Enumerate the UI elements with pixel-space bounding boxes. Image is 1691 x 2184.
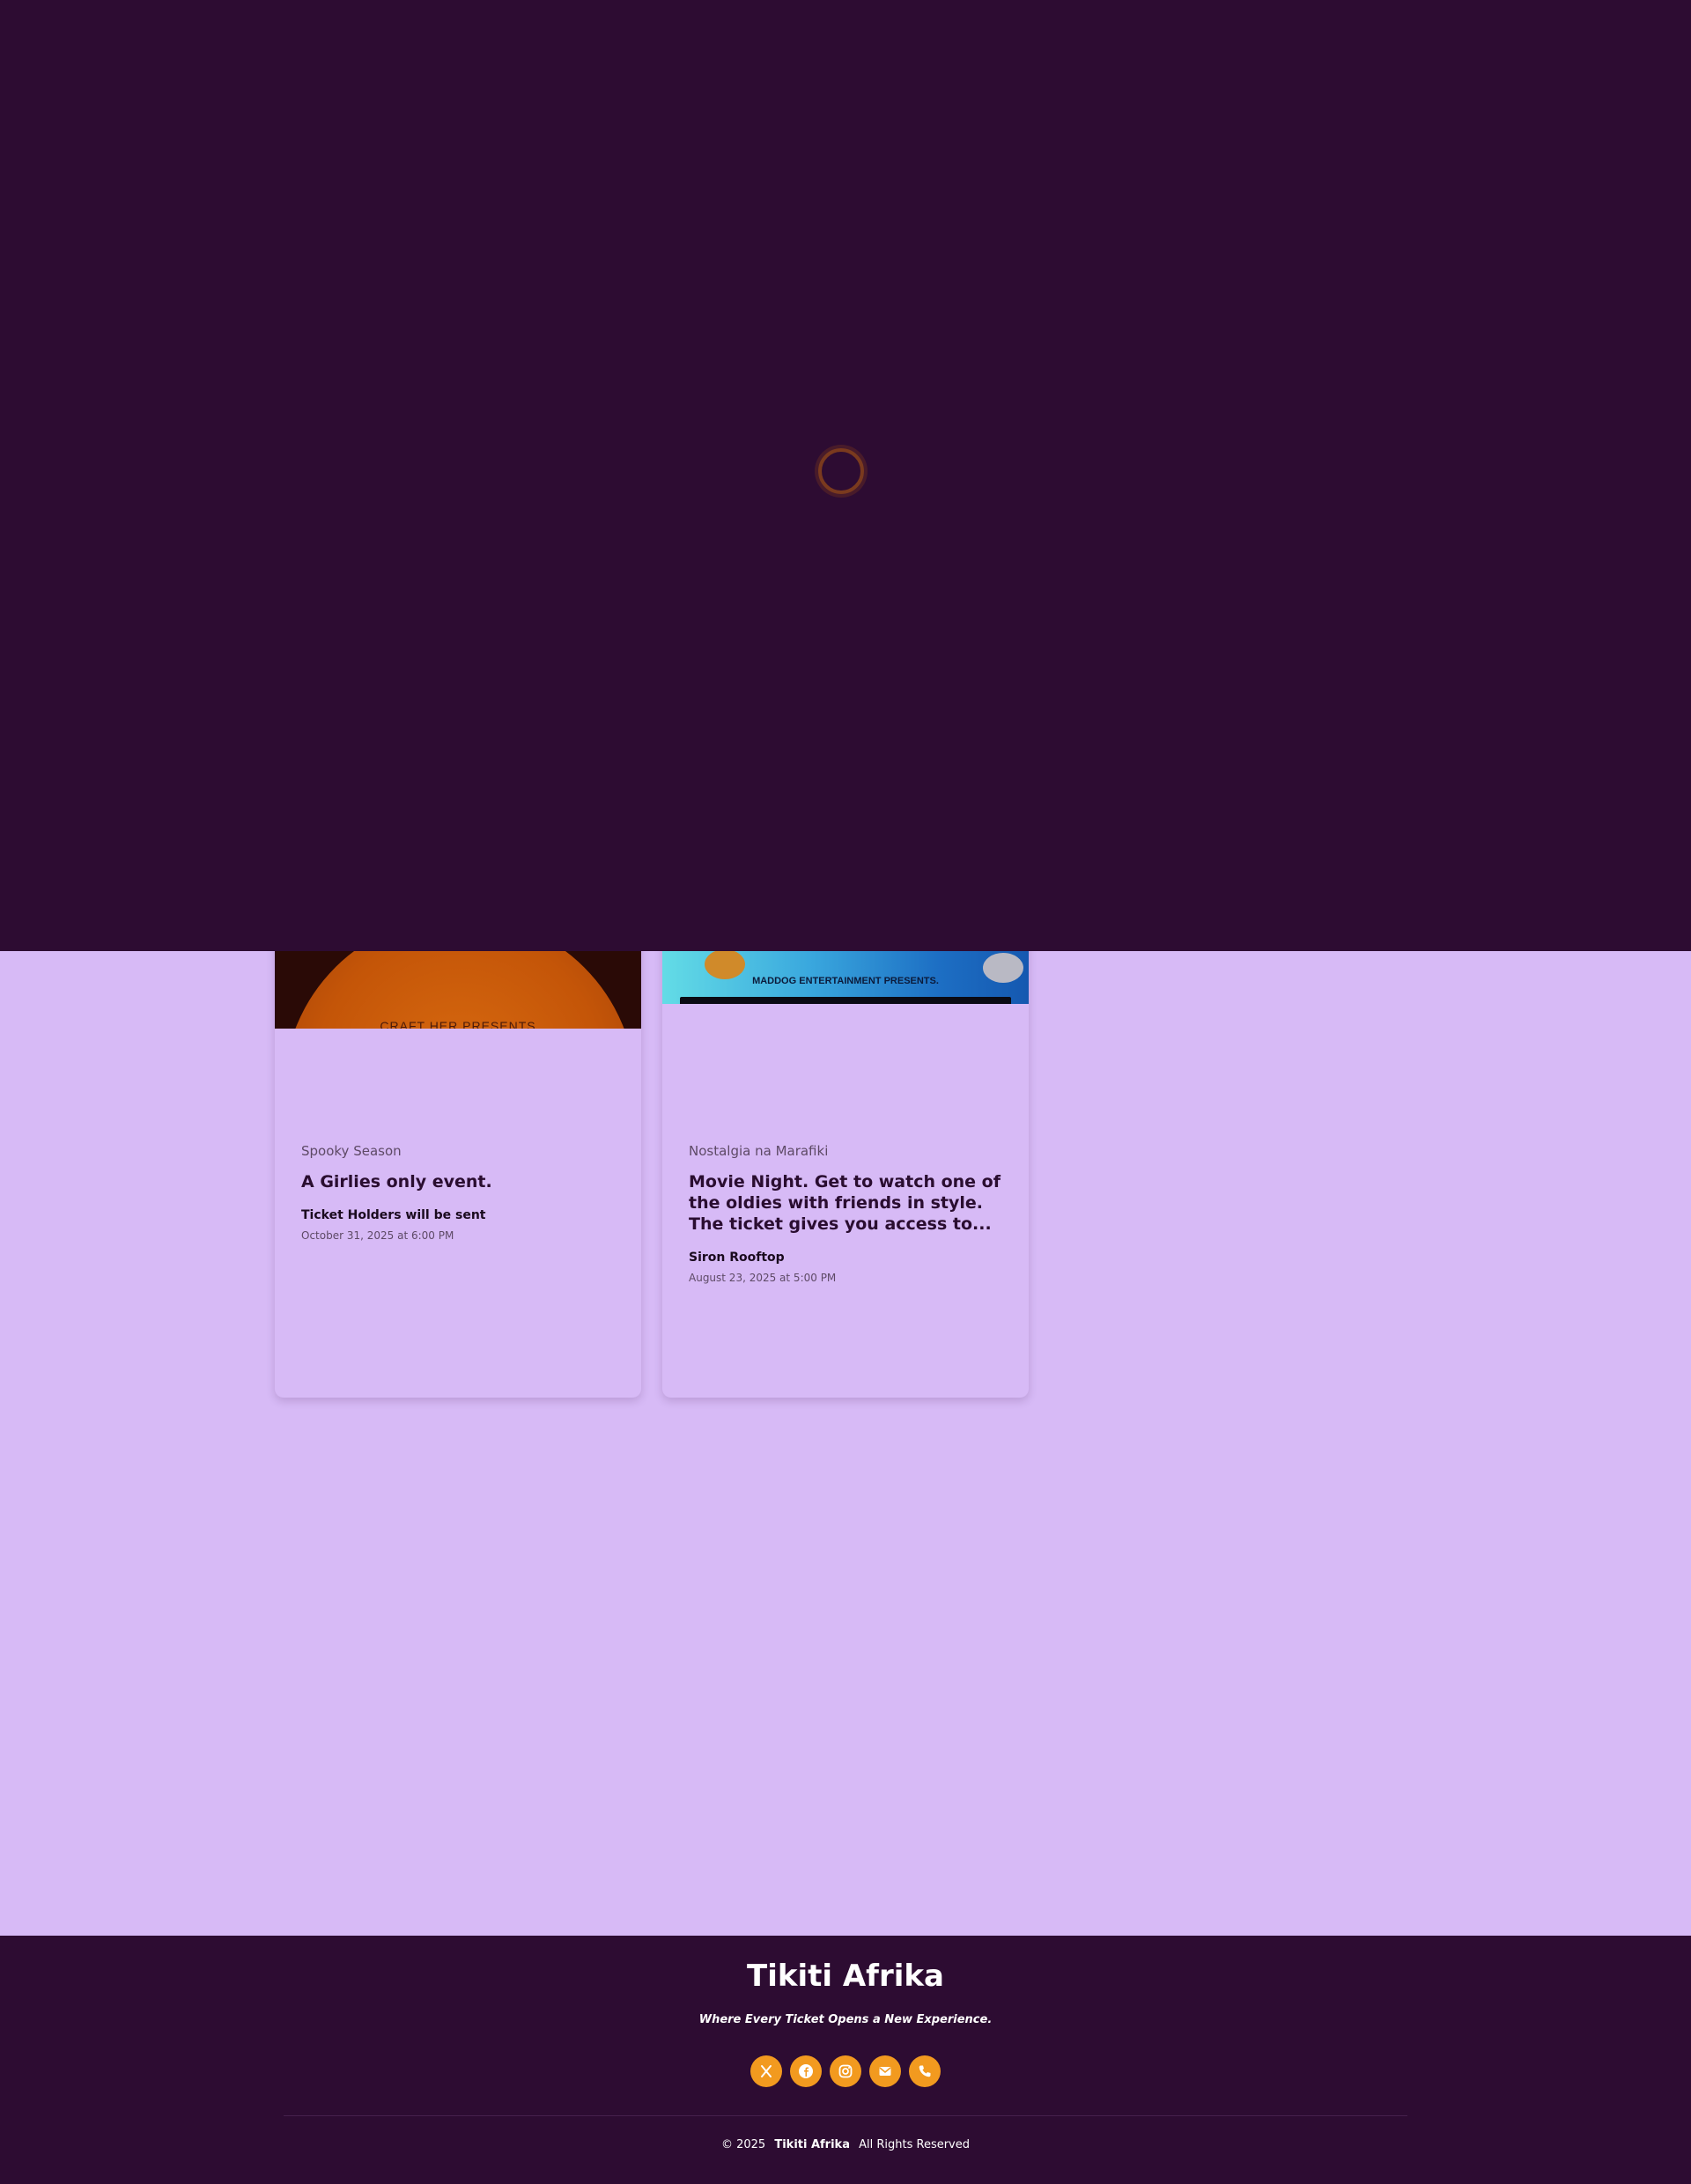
- phone-link-button[interactable]: [909, 2055, 941, 2087]
- event-category: Nostalgia na Marafiki: [689, 1143, 829, 1159]
- instagram-link-button[interactable]: [830, 2055, 861, 2087]
- facebook-link-button[interactable]: [790, 2055, 822, 2087]
- event-card[interactable]: CRAFT HER PRESENTS Spooky Season A Girli…: [275, 881, 641, 1398]
- instagram-icon: [838, 2064, 853, 2078]
- loading-spinner-icon: [818, 448, 864, 494]
- site-footer: Tikiti Afrika Where Every Ticket Opens a…: [0, 1936, 1691, 2184]
- x-link-button[interactable]: [750, 2055, 782, 2087]
- email-icon: [879, 2067, 891, 2076]
- copyright-prefix: © 2025: [720, 2138, 766, 2151]
- event-venue: Ticket Holders will be sent: [301, 1208, 486, 1222]
- event-venue: Siron Rooftop: [689, 1251, 785, 1265]
- footer-divider: [284, 2115, 1407, 2116]
- copyright-suffix: All Rights Reserved: [859, 2138, 971, 2151]
- phone-icon: [919, 2065, 931, 2077]
- event-card-body: Spooky Season A Girlies only event. Tick…: [301, 1143, 618, 1242]
- event-title[interactable]: Movie Night. Get to watch one of the old…: [689, 1171, 1006, 1235]
- footer-tagline: Where Every Ticket Opens a New Experienc…: [698, 2013, 993, 2026]
- social-links: [750, 2055, 941, 2087]
- email-link-button[interactable]: [869, 2055, 901, 2087]
- event-date: August 23, 2025 at 5:00 PM: [689, 1272, 837, 1284]
- poster-caption: MADDOG ENTERTAINMENT PRESENTS.: [752, 976, 939, 986]
- loading-overlay: [0, 0, 1691, 951]
- event-title[interactable]: A Girlies only event.: [301, 1171, 618, 1192]
- copyright-brand: Tikiti Afrika: [774, 2138, 850, 2151]
- poster-cartoon-graphic: [705, 949, 745, 979]
- facebook-icon: [799, 2064, 813, 2078]
- footer-brand: Tikiti Afrika: [747, 1959, 944, 1994]
- event-date: October 31, 2025 at 6:00 PM: [301, 1229, 454, 1242]
- poster-headline-graphic: [680, 997, 1011, 1004]
- event-card[interactable]: MADDOG ENTERTAINMENT PRESENTS. Nostalgia…: [662, 881, 1029, 1398]
- poster-caption: CRAFT HER PRESENTS: [380, 1019, 536, 1029]
- footer-copyright: © 2025 Tikiti Afrika All Rights Reserved: [0, 2138, 1691, 2151]
- event-category: Spooky Season: [301, 1143, 402, 1159]
- x-icon: [761, 2065, 772, 2077]
- event-card-body: Nostalgia na Marafiki Movie Night. Get t…: [689, 1143, 1006, 1284]
